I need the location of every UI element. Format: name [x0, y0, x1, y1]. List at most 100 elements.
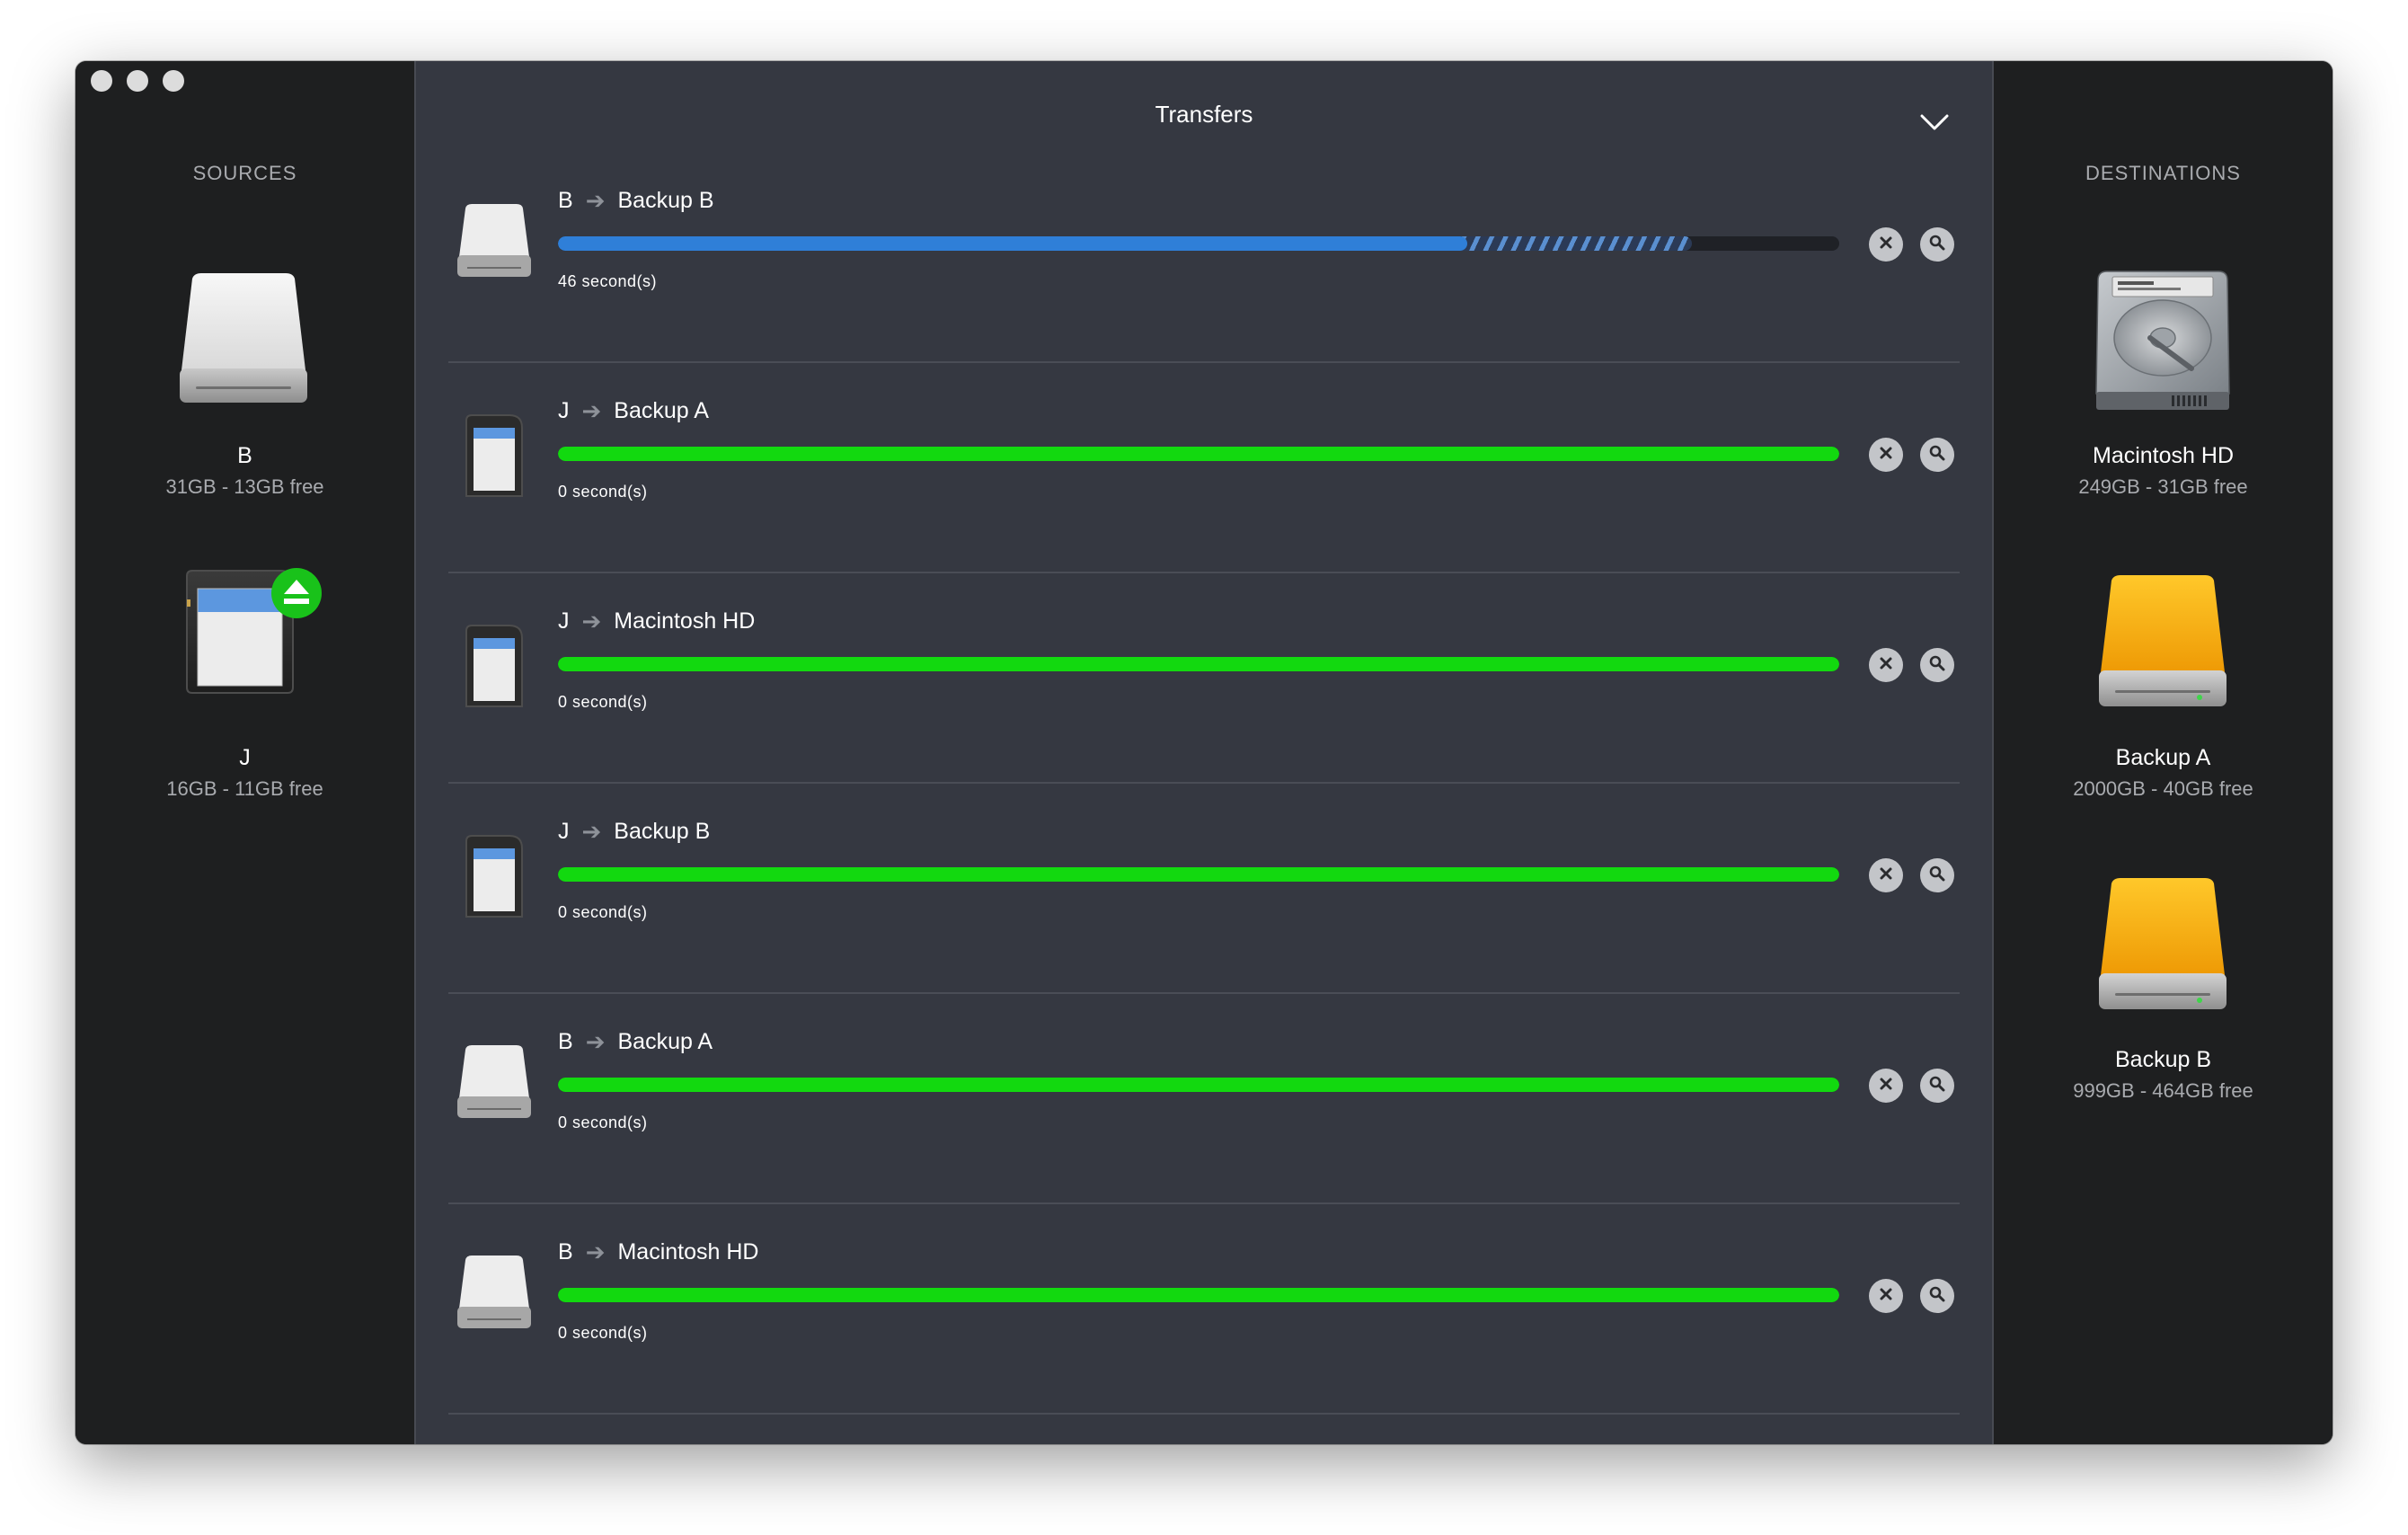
progress-fill — [558, 657, 1839, 671]
progress-bar — [558, 447, 1839, 461]
sources-title: SOURCES — [192, 162, 297, 184]
external-drive-icon — [456, 201, 533, 291]
source-drive-size: 16GB - 11GB free — [166, 777, 323, 800]
cancel-transfer-button[interactable] — [1869, 858, 1903, 892]
cancel-transfer-button[interactable] — [1869, 1279, 1903, 1313]
transfer-destination: Backup B — [617, 188, 714, 213]
transfer-route: J ➔ Backup A — [558, 397, 709, 425]
transfer-destination: Macintosh HD — [614, 608, 756, 634]
cancel-transfer-button[interactable] — [1869, 438, 1903, 472]
zoom-window-button[interactable] — [163, 70, 184, 92]
destination-drive-size: 2000GB - 40GB free — [2073, 777, 2253, 800]
reveal-in-finder-button[interactable] — [1920, 1069, 1954, 1103]
window-controls — [91, 70, 184, 92]
progress-verify-stripes — [1462, 236, 1692, 251]
transfer-time: 0 second(s) — [558, 903, 648, 921]
progress-fill — [558, 1288, 1839, 1302]
arrow-right-icon: ➔ — [581, 818, 602, 845]
eject-icon[interactable] — [270, 567, 323, 619]
transfer-row: B ➔ Backup A 0 second(s) — [448, 994, 1960, 1204]
cancel-transfer-button[interactable] — [1869, 648, 1903, 682]
magnifier-icon — [1929, 235, 1945, 255]
arrow-right-icon: ➔ — [585, 1028, 606, 1055]
progress-fill — [558, 867, 1839, 882]
transfer-time: 0 second(s) — [558, 483, 648, 501]
destination-drive-size: 249GB - 31GB free — [2078, 475, 2248, 498]
cancel-transfer-button[interactable] — [1869, 1069, 1903, 1103]
magnifier-icon — [1929, 865, 1945, 886]
close-icon — [1879, 446, 1893, 465]
arrow-right-icon: ➔ — [581, 608, 602, 634]
transfer-route: B ➔ Backup B — [558, 187, 714, 215]
transfers-panel: Transfers B ➔ Backup B 46 second(s) J ➔ … — [414, 61, 1994, 1444]
external-drive-icon — [456, 1253, 533, 1343]
app-window: SOURCES B 31GB - 13GB free J 16GB - 11GB… — [75, 61, 2333, 1444]
cancel-transfer-button[interactable] — [1869, 227, 1903, 262]
close-icon — [1879, 866, 1893, 885]
destinations-title: DESTINATIONS — [2085, 162, 2241, 184]
orange-external-drive-icon — [2099, 878, 2227, 1009]
transfer-time: 0 second(s) — [558, 1114, 648, 1131]
transfer-row: J ➔ Backup B 0 second(s) — [448, 784, 1960, 994]
internal-hard-drive-icon — [2095, 271, 2230, 410]
transfer-route: B ➔ Macintosh HD — [558, 1238, 758, 1266]
transfer-source: B — [558, 1029, 573, 1054]
transfer-time: 0 second(s) — [558, 693, 648, 711]
transfer-row: J ➔ Macintosh HD 0 second(s) — [448, 573, 1960, 784]
magnifier-icon — [1929, 1076, 1945, 1096]
progress-fill — [558, 1078, 1839, 1092]
source-drive-name: J — [239, 745, 251, 770]
arrow-right-icon: ➔ — [585, 187, 606, 214]
chevron-down-icon[interactable] — [1918, 106, 1951, 138]
progress-bar — [558, 1288, 1839, 1302]
transfer-row: J ➔ Backup A 0 second(s) — [448, 363, 1960, 573]
sd-card-icon — [456, 622, 533, 712]
transfer-row: B ➔ Backup B 46 second(s) — [448, 153, 1960, 363]
close-window-button[interactable] — [91, 70, 112, 92]
transfer-source: B — [558, 188, 573, 213]
reveal-in-finder-button[interactable] — [1920, 227, 1954, 262]
magnifier-icon — [1929, 445, 1945, 466]
destination-drive-name: Backup B — [2114, 1047, 2211, 1072]
progress-fill — [558, 447, 1839, 461]
transfer-route: J ➔ Backup B — [558, 818, 710, 846]
reveal-in-finder-button[interactable] — [1920, 858, 1954, 892]
close-icon — [1879, 1077, 1893, 1096]
transfer-source: B — [558, 1239, 573, 1264]
sd-card-icon — [456, 832, 533, 922]
transfer-time: 0 second(s) — [558, 1324, 648, 1342]
progress-bar — [558, 867, 1839, 882]
transfer-destination: Backup A — [614, 398, 709, 423]
transfer-destination: Macintosh HD — [617, 1239, 759, 1264]
sd-card-icon — [456, 412, 533, 501]
reveal-in-finder-button[interactable] — [1920, 1279, 1954, 1313]
transfer-route: B ➔ Backup A — [558, 1028, 713, 1056]
progress-fill — [558, 236, 1468, 251]
orange-external-drive-icon — [2099, 575, 2227, 706]
close-icon — [1879, 1287, 1893, 1306]
arrow-right-icon: ➔ — [585, 1238, 606, 1265]
external-drive-icon — [180, 273, 307, 403]
external-drive-icon — [456, 1043, 533, 1132]
transfer-destination: Backup B — [614, 819, 711, 844]
destination-drive-size: 999GB - 464GB free — [2073, 1079, 2253, 1102]
sources-sidebar: SOURCES B 31GB - 13GB free J 16GB - 11GB… — [75, 61, 414, 1444]
destination-drive-name: Backup A — [2115, 745, 2211, 770]
destination-drive-name: Macintosh HD — [2093, 443, 2234, 468]
progress-bar — [558, 1078, 1839, 1092]
reveal-in-finder-button[interactable] — [1920, 648, 1954, 682]
source-drive-size: 31GB - 13GB free — [165, 475, 324, 498]
transfer-source: J — [558, 819, 570, 844]
magnifier-icon — [1929, 655, 1945, 676]
transfer-time: 46 second(s) — [558, 272, 658, 290]
destinations-sidebar: DESTINATIONS Macintosh HD 249GB - 31GB f… — [1994, 61, 2333, 1444]
progress-bar — [558, 236, 1839, 251]
source-drive-name: B — [237, 443, 252, 468]
transfer-source: J — [558, 398, 570, 423]
transfer-source: J — [558, 608, 570, 634]
page-title: Transfers — [1155, 101, 1253, 128]
reveal-in-finder-button[interactable] — [1920, 438, 1954, 472]
transfer-row: B ➔ Macintosh HD 0 second(s) — [448, 1204, 1960, 1415]
minimize-window-button[interactable] — [127, 70, 148, 92]
close-icon — [1879, 656, 1893, 675]
